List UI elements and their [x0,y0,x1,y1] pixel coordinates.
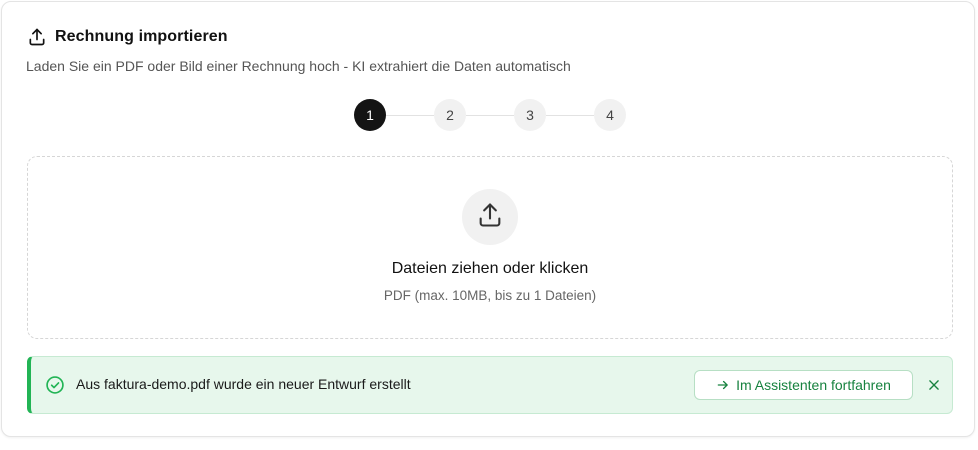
step-connector [546,114,594,116]
arrow-right-icon [716,378,730,392]
dropzone-title: Dateien ziehen oder klicken [391,260,589,277]
step-connector [386,114,434,116]
stepper: 1 2 3 4 [354,99,626,131]
step-1: 1 [354,99,386,131]
dropzone-upload-button[interactable] [462,189,518,245]
close-icon[interactable] [925,376,943,394]
success-notice: Aus faktura-demo.pdf wurde ein neuer Ent… [27,356,953,414]
dropzone-hint: PDF (max. 10MB, bis zu 1 Dateien) [383,288,597,303]
page-subtitle: Laden Sie ein PDF oder Bild einer Rechnu… [26,58,571,74]
check-circle-icon [45,375,65,395]
step-2: 2 [434,99,466,131]
notice-message: Aus faktura-demo.pdf wurde ein neuer Ent… [76,376,411,392]
file-dropzone[interactable]: Dateien ziehen oder klicken PDF (max. 10… [27,156,953,339]
upload-icon [26,26,48,48]
continue-in-wizard-button[interactable]: Im Assistenten fortfahren [694,370,913,400]
card-header: Rechnung importieren [26,26,228,48]
step-4: 4 [594,99,626,131]
upload-icon [476,201,504,234]
page-title: Rechnung importieren [55,28,228,45]
continue-button-label: Im Assistenten fortfahren [736,377,891,393]
step-3: 3 [514,99,546,131]
step-connector [466,114,514,116]
import-card: Rechnung importieren Laden Sie ein PDF o… [1,1,975,437]
